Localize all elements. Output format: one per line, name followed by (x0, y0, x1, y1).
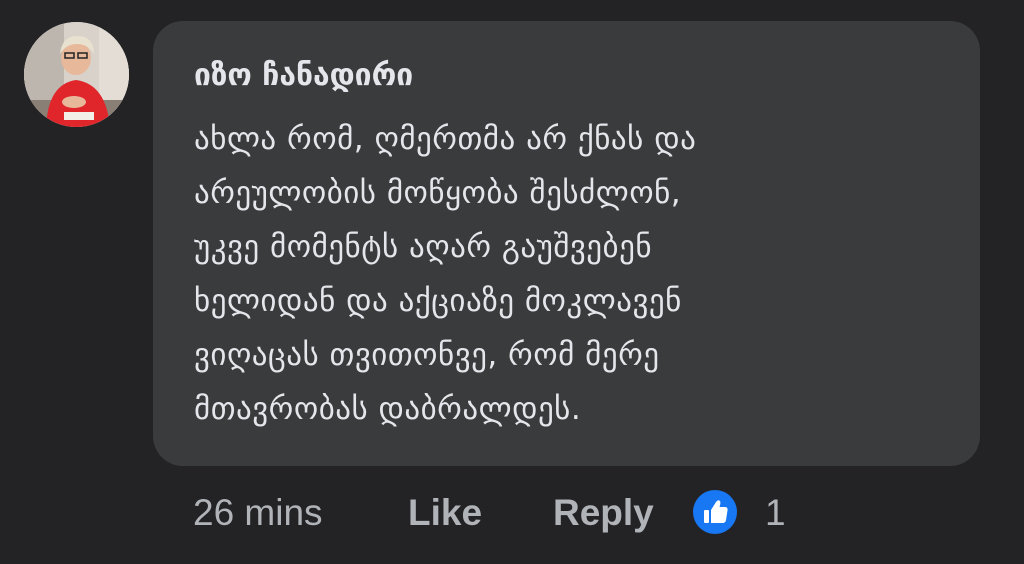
reaction-count: 1 (765, 492, 786, 533)
comment-line: ვიღაცას თვითონვე, რომ მერე (194, 337, 660, 373)
comment-screen: იზო ჩანადირი ახლა რომ, ღმერთმა არ ქნას დ… (0, 0, 1024, 564)
like-button[interactable]: Like (408, 488, 482, 538)
comment-author-name[interactable]: იზო ჩანადირი (194, 52, 413, 100)
reply-button[interactable]: Reply (553, 488, 654, 538)
comment-line: ხელიდან და აქციაზე მოკლავენ (194, 283, 682, 319)
comment-line: მთავრობას დაბრალდეს. (194, 391, 582, 427)
comment-text: ახლა რომ, ღმერთმა არ ქნას და არეულობის მ… (194, 112, 954, 436)
thumbs-up-icon[interactable] (693, 490, 737, 534)
avatar-photo (24, 22, 129, 127)
avatar[interactable] (24, 22, 129, 127)
comment-timestamp[interactable]: 26 mins (193, 488, 323, 538)
comment-line: არეულობის მოწყობა შესძლონ, (194, 175, 682, 211)
comment-line: ახლა რომ, ღმერთმა არ ქნას და (194, 121, 697, 157)
comment-line: უკვე მომენტს აღარ გაუშვებენ (194, 229, 653, 265)
